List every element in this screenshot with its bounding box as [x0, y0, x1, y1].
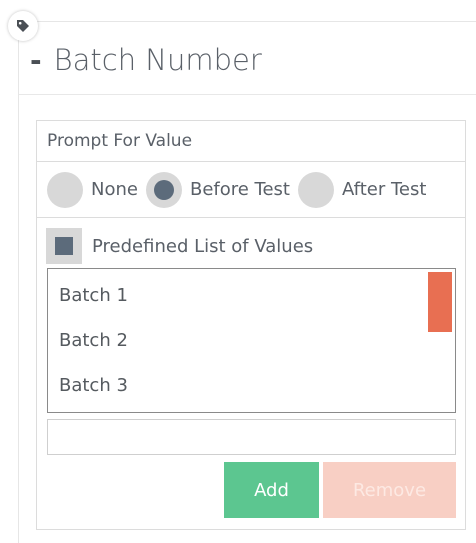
header-divider — [19, 94, 476, 95]
new-value-input[interactable] — [47, 419, 456, 455]
radio-label-after-test: After Test — [342, 179, 427, 200]
remove-button[interactable]: Remove — [323, 462, 456, 518]
add-button[interactable]: Add — [224, 462, 319, 518]
radio-button-none[interactable] — [47, 171, 83, 208]
listbox-scrollbar-thumb[interactable] — [428, 272, 452, 332]
predefined-list-checkbox[interactable] — [46, 228, 82, 264]
radio-after-test[interactable]: After Test — [298, 171, 427, 208]
radio-selected-dot — [153, 179, 174, 200]
radio-label-before-test: Before Test — [189, 179, 290, 200]
section-title: Batch Number — [53, 43, 262, 77]
radio-before-test[interactable]: Before Test — [145, 171, 290, 208]
batch-settings-box: Prompt For Value None Before Test After … — [36, 120, 466, 530]
radio-button-before-test[interactable] — [145, 171, 182, 208]
predefined-list-toggle[interactable]: Predefined List of Values — [46, 228, 313, 264]
tag-icon — [8, 11, 38, 41]
predefined-list-label: Predefined List of Values — [92, 235, 314, 257]
prompt-label: Prompt For Value — [37, 121, 465, 162]
checkbox-checked-mark — [55, 237, 73, 255]
list-item[interactable]: Batch 2 — [59, 325, 128, 355]
list-item[interactable]: Batch 1 — [59, 280, 128, 310]
section-header[interactable]: - Batch Number — [30, 38, 262, 82]
collapse-toggle[interactable]: - — [30, 44, 42, 77]
radio-none[interactable]: None — [47, 171, 138, 208]
list-item[interactable]: Batch 3 — [59, 370, 128, 400]
radio-button-after-test[interactable] — [298, 171, 334, 208]
radio-label-none: None — [91, 179, 138, 200]
values-listbox[interactable]: Batch 1 Batch 2 Batch 3 — [47, 268, 456, 413]
prompt-radio-group: None Before Test After Test — [37, 162, 465, 218]
